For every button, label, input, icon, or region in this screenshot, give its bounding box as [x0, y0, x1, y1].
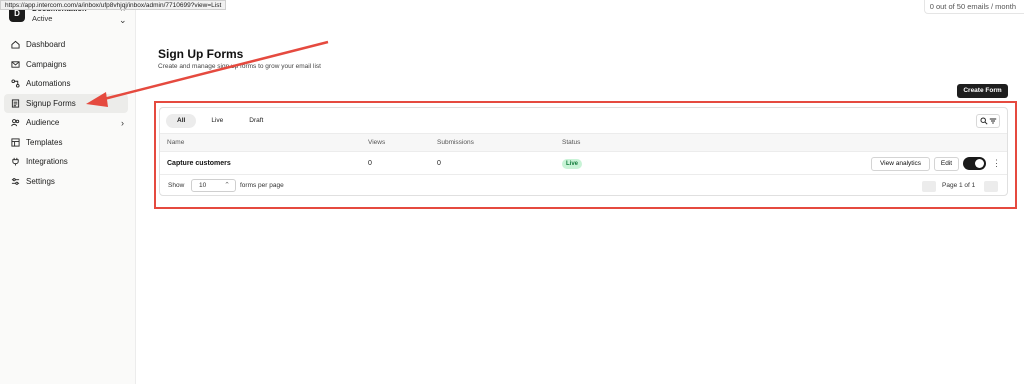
app-root: D Documentation Active ⌃⌄ Dashboard Camp… [0, 0, 1024, 384]
sidebar: D Documentation Active ⌃⌄ Dashboard Camp… [0, 0, 136, 384]
create-form-button[interactable]: Create Form [957, 84, 1008, 98]
sidebar-item-label: Audience [26, 118, 60, 128]
automation-icon [10, 79, 20, 89]
workspace-status: Active [32, 14, 53, 23]
sidebar-item-label: Templates [26, 137, 63, 147]
sidebar-item-settings[interactable]: Settings [4, 172, 128, 192]
page-subtitle: Create and manage sign up forms to grow … [158, 63, 321, 70]
annotation-highlight-box [154, 101, 1017, 209]
sidebar-item-templates[interactable]: Templates [4, 133, 128, 153]
sidebar-item-label: Automations [26, 79, 71, 89]
users-icon [10, 118, 20, 128]
chevron-updown-icon: ⌃ ⌄ [119, 7, 127, 25]
sidebar-item-label: Signup Forms [26, 98, 76, 108]
sidebar-item-signup-forms[interactable]: Signup Forms [4, 93, 128, 113]
home-icon [10, 40, 20, 50]
sidebar-item-automations[interactable]: Automations [4, 74, 128, 94]
sidebar-nav: Dashboard Campaigns Automations Signup F… [4, 35, 128, 191]
sliders-icon [10, 176, 20, 186]
chevron-right-icon: › [121, 118, 124, 128]
sidebar-item-label: Campaigns [26, 59, 67, 69]
sidebar-item-campaigns[interactable]: Campaigns [4, 55, 128, 75]
sidebar-item-label: Integrations [26, 157, 68, 167]
sidebar-item-dashboard[interactable]: Dashboard [4, 35, 128, 55]
mail-icon [10, 59, 20, 69]
email-quota: 0 out of 50 emails / month [924, 0, 1024, 14]
page-title: Sign Up Forms [158, 47, 244, 61]
sidebar-item-audience[interactable]: Audience › [4, 113, 128, 133]
plug-icon [10, 157, 20, 167]
form-icon [10, 98, 20, 108]
sidebar-item-label: Dashboard [26, 40, 66, 50]
sidebar-item-integrations[interactable]: Integrations [4, 152, 128, 172]
link-status-url: https://app.intercom.com/a/inbox/ufp8vhj… [0, 0, 227, 10]
sidebar-item-label: Settings [26, 176, 55, 186]
template-icon [10, 137, 20, 147]
